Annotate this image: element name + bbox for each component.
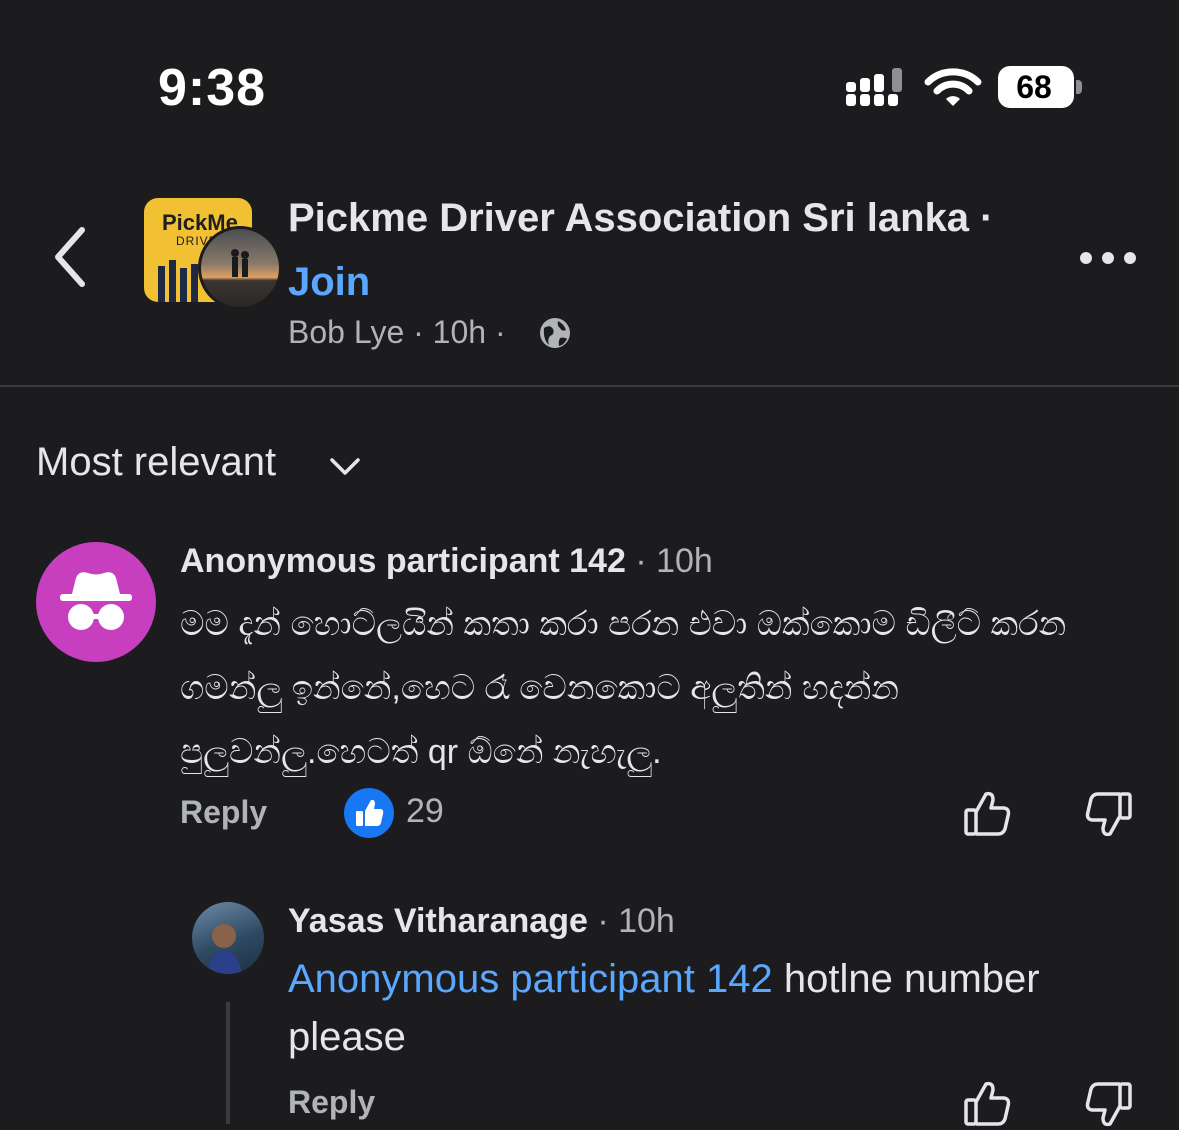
post-time: 10h bbox=[432, 314, 487, 350]
group-name[interactable]: Pickme Driver Association Sri lanka · bbox=[288, 196, 994, 241]
meta-separator: · bbox=[413, 314, 433, 350]
post-meta: Bob Lye · 10h · bbox=[288, 314, 506, 351]
upvote-icon[interactable] bbox=[962, 788, 1014, 840]
reply-text: Anonymous participant 142 hotlne number … bbox=[288, 950, 1148, 1066]
like-count: 29 bbox=[406, 792, 444, 830]
battery-level: 68 bbox=[1016, 69, 1052, 105]
mention-link[interactable]: Anonymous participant 142 bbox=[288, 957, 773, 1001]
header-divider bbox=[0, 385, 1179, 387]
reply-author-avatar[interactable] bbox=[192, 902, 264, 974]
globe-icon bbox=[540, 318, 570, 348]
meta-separator: · bbox=[494, 314, 506, 350]
reply-author-name[interactable]: Yasas Vitharanage bbox=[288, 902, 588, 940]
anonymous-avatar[interactable] bbox=[36, 542, 156, 662]
wifi-icon bbox=[924, 68, 982, 106]
downvote-icon-2[interactable] bbox=[1082, 1078, 1134, 1130]
reply-button-2[interactable]: Reply bbox=[288, 1084, 375, 1121]
author-avatar[interactable] bbox=[198, 226, 282, 310]
reply-author: Yasas Vitharanage · 10h bbox=[288, 902, 675, 941]
comment-author-name[interactable]: Anonymous participant 142 bbox=[180, 542, 626, 580]
back-chevron-icon[interactable] bbox=[48, 222, 92, 292]
battery-indicator: 68 bbox=[998, 66, 1084, 110]
person-photo-icon bbox=[208, 924, 242, 974]
reply-button[interactable]: Reply bbox=[180, 794, 267, 831]
incognito-icon bbox=[60, 572, 132, 630]
thread-line bbox=[226, 1002, 230, 1124]
cellular-signal-icon bbox=[846, 68, 902, 106]
comment-time: · 10h bbox=[635, 542, 713, 580]
join-button[interactable]: Join bbox=[288, 260, 370, 305]
status-time: 9:38 bbox=[158, 59, 267, 117]
sort-label[interactable]: Most relevant bbox=[36, 440, 276, 485]
chevron-down-icon[interactable] bbox=[328, 454, 362, 478]
like-reaction-badge[interactable] bbox=[344, 788, 394, 838]
post-author[interactable]: Bob Lye bbox=[288, 314, 404, 350]
downvote-icon[interactable] bbox=[1082, 788, 1134, 840]
comment-author: Anonymous participant 142 · 10h bbox=[180, 542, 713, 581]
upvote-icon-2[interactable] bbox=[962, 1078, 1014, 1130]
silhouette-figures-icon bbox=[231, 249, 249, 277]
reply-time: · 10h bbox=[597, 902, 675, 940]
more-icon[interactable] bbox=[1078, 248, 1138, 268]
thumbs-up-icon bbox=[356, 799, 384, 826]
comment-text: මම දැන් හොට්ලයින් කතා කරා පරන එවා ඔක්කොම… bbox=[180, 605, 1067, 771]
